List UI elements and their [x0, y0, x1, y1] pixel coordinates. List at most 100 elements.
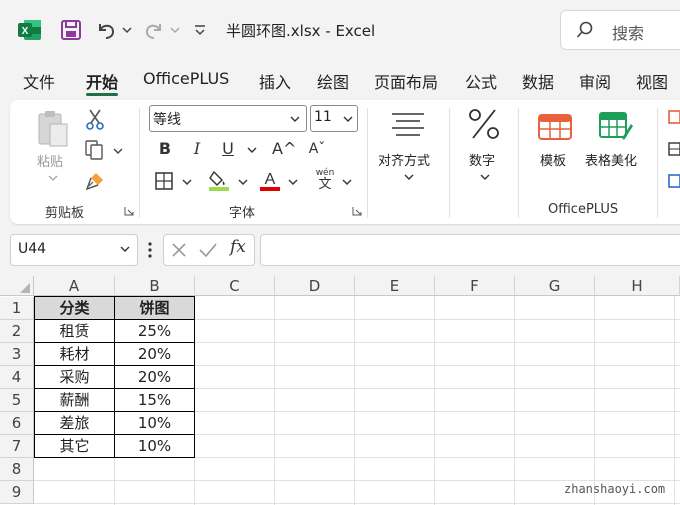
row-header-5[interactable]: 5: [0, 389, 34, 412]
dialog-launcher-icon[interactable]: [352, 206, 362, 216]
tab-formulas[interactable]: 公式: [465, 69, 497, 93]
cell-b1[interactable]: 饼图: [115, 297, 194, 320]
tab-page-layout[interactable]: 页面布局: [374, 69, 438, 93]
number-label[interactable]: 数字: [469, 150, 495, 169]
cell-b4[interactable]: 20%: [115, 366, 194, 389]
row-header-7[interactable]: 7: [0, 435, 34, 458]
format-as-table-icon[interactable]: [668, 142, 680, 156]
insert-function-button[interactable]: fx: [230, 237, 246, 257]
chevron-down-icon[interactable]: [404, 173, 414, 181]
chevron-down-icon[interactable]: [121, 24, 133, 36]
search-input[interactable]: 搜索: [612, 20, 644, 44]
tab-view[interactable]: 视图: [636, 69, 668, 93]
search-icon[interactable]: [576, 21, 594, 39]
template-icon[interactable]: [537, 112, 573, 142]
table-border: [34, 365, 195, 366]
table-border: [34, 319, 195, 320]
format-painter-icon[interactable]: [84, 170, 106, 192]
column-header-h[interactable]: H: [595, 276, 680, 296]
more-options-icon[interactable]: [146, 240, 154, 260]
chevron-down-icon[interactable]: [247, 146, 257, 154]
alignment-icon[interactable]: [390, 110, 426, 140]
template-label[interactable]: 模板: [540, 150, 566, 169]
fill-color-icon[interactable]: [207, 168, 231, 192]
cell-b7[interactable]: 10%: [115, 435, 194, 458]
table-border: [34, 342, 195, 343]
column-header-c[interactable]: C: [195, 276, 275, 296]
chevron-down-icon[interactable]: [238, 178, 248, 186]
borders-icon[interactable]: [154, 171, 174, 191]
font-name-value[interactable]: 等线: [153, 109, 181, 129]
tab-draw[interactable]: 绘图: [317, 69, 349, 93]
row-header-8[interactable]: 8: [0, 458, 34, 481]
column-header-b[interactable]: B: [115, 276, 195, 296]
formula-input[interactable]: [260, 234, 680, 266]
table-beautify-label[interactable]: 表格美化: [585, 150, 637, 169]
copy-icon[interactable]: [84, 139, 104, 161]
column-header-g[interactable]: G: [515, 276, 595, 296]
row-header-6[interactable]: 6: [0, 412, 34, 435]
number-format-icon[interactable]: [466, 106, 502, 142]
cell-a4[interactable]: 采购: [35, 366, 114, 389]
increase-font-size-button[interactable]: A^: [272, 138, 296, 160]
tab-insert[interactable]: 插入: [259, 69, 291, 93]
italic-button[interactable]: I: [187, 138, 207, 160]
name-box-value[interactable]: U44: [18, 241, 46, 257]
font-color-icon[interactable]: A: [258, 168, 282, 192]
column-header-f[interactable]: F: [435, 276, 515, 296]
chevron-down-icon[interactable]: [288, 178, 298, 186]
chevron-down-icon[interactable]: [120, 245, 130, 253]
cell-a3[interactable]: 耗材: [35, 343, 114, 366]
row-header-4[interactable]: 4: [0, 366, 34, 389]
table-beautify-icon[interactable]: [598, 110, 634, 142]
clipboard-group-label: 剪贴板: [45, 206, 85, 221]
cell-styles-icon[interactable]: [668, 174, 680, 188]
underline-button[interactable]: U: [218, 138, 238, 160]
font-size-value[interactable]: 11: [314, 109, 332, 125]
conditional-format-icon[interactable]: [668, 110, 680, 124]
chevron-down-icon[interactable]: [480, 173, 490, 181]
bold-button[interactable]: B: [155, 138, 175, 160]
tab-review[interactable]: 审阅: [579, 69, 611, 93]
cell-a5[interactable]: 薪酬: [35, 389, 114, 412]
chevron-down-icon[interactable]: [342, 178, 352, 186]
tab-home[interactable]: 开始: [86, 69, 118, 93]
chevron-down-icon[interactable]: [343, 115, 353, 123]
tab-data[interactable]: 数据: [522, 69, 554, 93]
alignment-label[interactable]: 对齐方式: [378, 150, 430, 169]
row-header-1[interactable]: 1: [0, 297, 34, 320]
column-header-d[interactable]: D: [275, 276, 355, 296]
dialog-launcher-icon[interactable]: [124, 206, 134, 216]
cell-b3[interactable]: 20%: [115, 343, 194, 366]
decrease-font-size-button[interactable]: Aˇ: [305, 138, 329, 160]
cell-b6[interactable]: 10%: [115, 412, 194, 435]
chevron-down-icon[interactable]: [113, 147, 123, 155]
cell-a2[interactable]: 租赁: [35, 320, 114, 343]
chevron-down-icon[interactable]: [290, 115, 300, 123]
cut-icon[interactable]: [86, 108, 104, 130]
chevron-down-icon[interactable]: [182, 178, 192, 186]
paste-icon[interactable]: [36, 108, 70, 148]
tab-officeplus[interactable]: OfficePLUS: [143, 69, 229, 88]
column-header-a[interactable]: A: [34, 276, 115, 296]
cell-b5[interactable]: 15%: [115, 389, 194, 412]
chevron-down-icon[interactable]: [48, 174, 58, 182]
paste-label[interactable]: 粘贴: [37, 151, 63, 170]
undo-icon[interactable]: [95, 18, 117, 42]
cell-a1[interactable]: 分类: [35, 297, 114, 320]
save-icon[interactable]: [60, 18, 82, 42]
redo-icon[interactable]: [143, 18, 165, 42]
row-header-9[interactable]: 9: [0, 481, 34, 504]
row-header-3[interactable]: 3: [0, 343, 34, 366]
cancel-icon[interactable]: [170, 241, 188, 259]
tab-file[interactable]: 文件: [23, 69, 55, 93]
cell-a6[interactable]: 差旅: [35, 412, 114, 435]
cell-a7[interactable]: 其它: [35, 435, 114, 458]
chevron-down-icon[interactable]: [169, 24, 181, 36]
customize-toolbar-icon[interactable]: [193, 22, 207, 38]
phonetic-guide-button[interactable]: wén 文: [312, 168, 338, 192]
row-header-2[interactable]: 2: [0, 320, 34, 343]
cell-b2[interactable]: 25%: [115, 320, 194, 343]
check-icon[interactable]: [198, 241, 218, 259]
column-header-e[interactable]: E: [355, 276, 435, 296]
